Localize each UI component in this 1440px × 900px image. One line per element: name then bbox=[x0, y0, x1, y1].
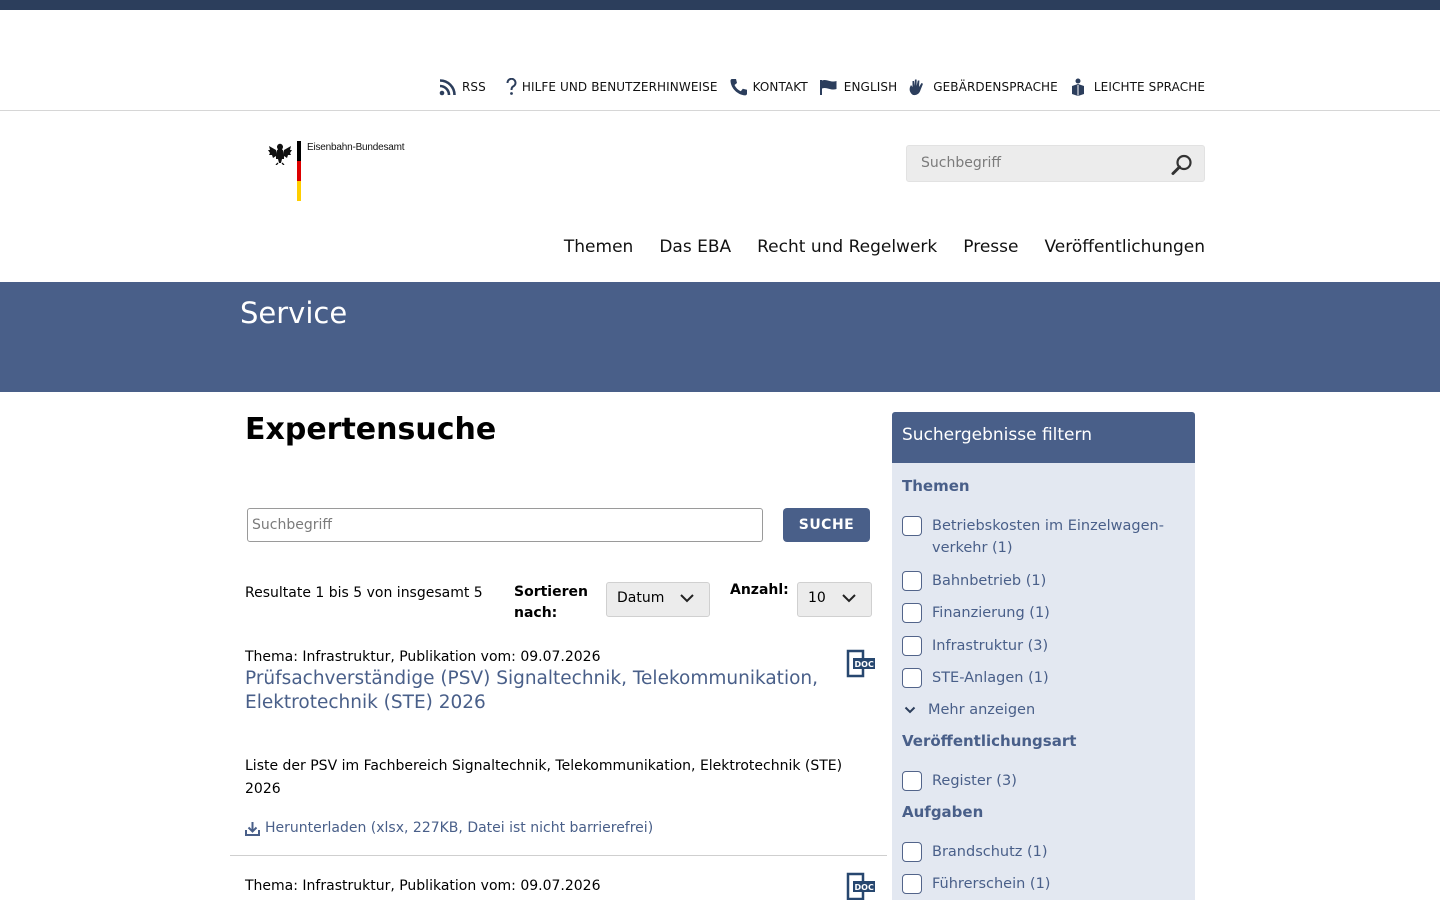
filter-option[interactable]: Finanzierung (1) bbox=[902, 602, 1050, 624]
nav-das-eba[interactable]: Das EBA bbox=[659, 237, 731, 257]
checkbox[interactable] bbox=[902, 636, 922, 656]
flag-icon bbox=[819, 79, 837, 95]
banner-title: Service bbox=[240, 296, 348, 330]
expert-search-input[interactable] bbox=[247, 508, 763, 542]
result-description: Liste der PSV im Fachbereich Signaltechn… bbox=[245, 758, 843, 797]
filter-option-label: Brandschutz (1) bbox=[932, 844, 1048, 860]
filter-option-label: Infrastruktur (3) bbox=[932, 638, 1049, 654]
document-icon: DOC bbox=[846, 649, 875, 678]
svg-text:DOC: DOC bbox=[855, 660, 874, 669]
phone-icon bbox=[730, 79, 747, 96]
filter-option[interactable]: Infrastruktur (3) bbox=[902, 635, 1048, 657]
filter-option-label: Betriebskosten im Einzelwagen-verkehr (1… bbox=[932, 518, 1164, 556]
filter-group-themen: Themen bbox=[902, 477, 970, 495]
top-accent-bar bbox=[0, 0, 1440, 10]
sort-select[interactable]: Datum bbox=[606, 582, 710, 617]
result-meta: Thema: Infrastruktur, Publikation vom: 0… bbox=[245, 649, 601, 665]
nav-recht-und-regelwerk[interactable]: Recht und Regelwerk bbox=[757, 237, 937, 257]
easy-language-icon bbox=[1071, 78, 1084, 96]
filter-group-veroeffentlichungsart: Veröffentlichungsart bbox=[902, 732, 1077, 750]
checkbox[interactable] bbox=[902, 874, 922, 894]
count-select-value: 10 bbox=[808, 590, 826, 606]
result-meta: Thema: Infrastruktur, Publikation vom: 0… bbox=[245, 878, 601, 894]
filter-option-label: Finanzierung (1) bbox=[932, 605, 1050, 621]
chevron-down-icon bbox=[680, 594, 694, 603]
sort-label: Sortieren nach: bbox=[514, 582, 604, 624]
filter-option-label: Register (3) bbox=[932, 773, 1017, 789]
meta-divider bbox=[0, 110, 1440, 111]
filter-option[interactable]: Führerschein (1) bbox=[902, 873, 1050, 895]
question-icon bbox=[506, 78, 517, 95]
filter-option[interactable]: STE-Anlagen (1) bbox=[902, 667, 1049, 689]
english-link[interactable]: ENGLISH bbox=[819, 78, 897, 96]
help-label: HILFE UND BENUTZERHINWEISE bbox=[521, 80, 718, 94]
rss-label: RSS bbox=[461, 80, 486, 94]
search-button[interactable]: SUCHE bbox=[783, 508, 870, 542]
results-count: Resultate 1 bis 5 von insgesamt 5 bbox=[245, 585, 483, 601]
filter-title: Suchergebnisse filtern bbox=[892, 412, 1195, 463]
filter-option[interactable]: Brandschutz (1) bbox=[902, 841, 1048, 863]
nav-veroeffentlichungen[interactable]: Veröffentlichungen bbox=[1044, 237, 1205, 257]
sign-language-link[interactable]: GEBÄRDENSPRACHE bbox=[908, 78, 1058, 96]
checkbox[interactable] bbox=[902, 516, 922, 536]
checkbox[interactable] bbox=[902, 842, 922, 862]
logo-text: Eisenbahn-Bundesamt bbox=[307, 142, 405, 153]
show-more-button[interactable]: Mehr anzeigen bbox=[904, 702, 1035, 718]
filter-panel: Suchergebnisse filtern Themen Betriebsko… bbox=[892, 412, 1195, 900]
count-select[interactable]: 10 bbox=[797, 582, 872, 617]
download-link[interactable]: Herunterladen (xlsx, 227KB, Datei ist ni… bbox=[245, 820, 875, 836]
checkbox[interactable] bbox=[902, 771, 922, 791]
filter-option[interactable]: Register (3) bbox=[902, 770, 1017, 792]
filter-option-label: Führerschein (1) bbox=[932, 876, 1051, 892]
checkbox[interactable] bbox=[902, 668, 922, 688]
download-icon bbox=[245, 821, 260, 836]
easy-language-label: LEICHTE SPRACHE bbox=[1093, 80, 1205, 94]
page-title: Expertensuche bbox=[245, 412, 497, 447]
contact-link[interactable]: KONTAKT bbox=[729, 78, 808, 96]
chevron-down-icon bbox=[842, 594, 856, 603]
help-link[interactable]: HILFE UND BENUTZERHINWEISE bbox=[506, 78, 718, 96]
contact-label: KONTAKT bbox=[752, 80, 808, 94]
page-banner: Service bbox=[0, 282, 1440, 392]
filter-group-aufgaben: Aufgaben bbox=[902, 803, 984, 821]
hand-icon bbox=[909, 79, 924, 96]
nav-presse[interactable]: Presse bbox=[963, 237, 1018, 257]
sign-language-label: GEBÄRDENSPRACHE bbox=[933, 80, 1058, 94]
nav-themen[interactable]: Themen bbox=[564, 237, 633, 257]
checkbox[interactable] bbox=[902, 603, 922, 623]
filter-option-label: STE-Anlagen (1) bbox=[932, 670, 1049, 686]
result-item: Thema: Infrastruktur, Publikation vom: 0… bbox=[245, 649, 875, 836]
chevron-down-icon bbox=[904, 706, 916, 714]
english-label: ENGLISH bbox=[843, 80, 898, 94]
sort-label-text: Sortieren nach: bbox=[514, 584, 588, 621]
download-label: Herunterladen (xlsx, 227KB, Datei ist ni… bbox=[265, 820, 654, 836]
header-search bbox=[906, 145, 1205, 182]
header-search-input[interactable] bbox=[907, 146, 1147, 179]
result-divider bbox=[230, 855, 887, 856]
filter-option-label: Bahnbetrieb (1) bbox=[932, 573, 1047, 589]
filter-option[interactable]: Bahnbetrieb (1) bbox=[902, 570, 1046, 592]
result-item: Thema: Infrastruktur, Publikation vom: 0… bbox=[245, 872, 875, 900]
main-navigation: Themen Das EBA Recht und Regelwerk Press… bbox=[538, 237, 1205, 257]
federal-eagle-icon bbox=[268, 143, 292, 165]
logo[interactable]: Eisenbahn-Bundesamt bbox=[268, 141, 405, 201]
filter-option[interactable]: Betriebskosten im Einzelwagen-verkehr (1… bbox=[902, 515, 1182, 559]
checkbox[interactable] bbox=[902, 571, 922, 591]
show-more-label: Mehr anzeigen bbox=[928, 702, 1036, 718]
meta-navigation: RSS HILFE UND BENUTZERHINWEISE KONTAKT E… bbox=[428, 78, 1205, 96]
result-title-link[interactable]: Prüfsachverständige (PSV) Signaltechnik,… bbox=[245, 667, 825, 715]
document-icon: DOC bbox=[846, 872, 875, 900]
search-icon[interactable] bbox=[1170, 153, 1194, 177]
easy-language-link[interactable]: LEICHTE SPRACHE bbox=[1069, 78, 1205, 96]
count-label: Anzahl: bbox=[730, 582, 789, 598]
svg-text:DOC: DOC bbox=[855, 883, 874, 892]
sort-select-value: Datum bbox=[617, 590, 665, 606]
rss-link[interactable]: RSS bbox=[439, 78, 486, 96]
rss-icon bbox=[439, 79, 456, 96]
federal-flag-stripes bbox=[297, 141, 301, 201]
